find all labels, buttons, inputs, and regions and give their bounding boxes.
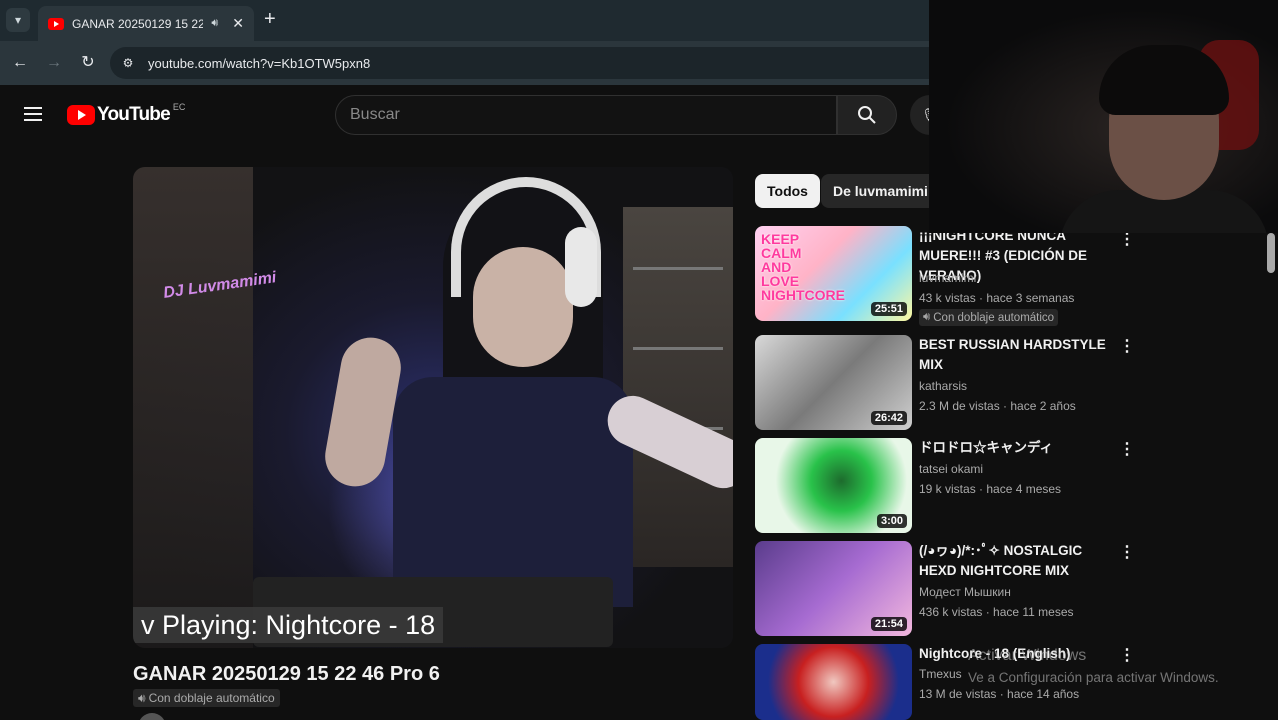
new-tab-plus-icon[interactable]: +: [264, 9, 276, 29]
duration-badge: 25:51: [870, 302, 907, 316]
browser-tab[interactable]: GANAR 20250129 15 22 46 Pro 6 🔊︎ ✕: [38, 6, 254, 41]
back-arrow-icon[interactable]: ←: [9, 52, 31, 74]
dub-icon: 🔊︎: [138, 690, 146, 705]
channel-name[interactable]: luvmamimi: [919, 271, 976, 285]
tab-search-chevron-icon[interactable]: ▾: [6, 8, 30, 32]
menu-icon[interactable]: [24, 107, 42, 121]
thumbnail-text: KEEP CALM AND LOVE NIGHTCORE: [761, 231, 845, 303]
video-title[interactable]: (/◕ヮ◕)/*:･ﾟ✧ NOSTALGIC HEXD NIGHTCORE MI…: [919, 541, 1109, 581]
list-item[interactable]: KEEP CALM AND LOVE NIGHTCORE 25:51 ¡¡¡NI…: [755, 226, 1155, 326]
url-text[interactable]: youtube.com/watch?v=Kb1OTW5pxn8: [148, 56, 370, 71]
more-options-icon[interactable]: ⋮: [1119, 230, 1135, 250]
channel-avatar[interactable]: [138, 713, 166, 720]
dub-badge: 🔊︎ Con doblaje automático: [919, 309, 1059, 326]
channel-name[interactable]: Модест Мышкин: [919, 585, 1011, 599]
search-button[interactable]: [837, 95, 897, 135]
video-frame-background: [133, 167, 253, 648]
more-options-icon[interactable]: ⋮: [1119, 543, 1135, 563]
video-meta: 436 k vistas · hace 11 meses: [919, 605, 1074, 619]
channel-name[interactable]: tatsei okami: [919, 462, 983, 476]
video-frame-shelves: [623, 207, 733, 567]
video-meta: 2.3 M de vistas · hace 2 años: [919, 399, 1076, 413]
windows-activation-subtitle: Ve a Configuración para activar Windows.: [968, 670, 1219, 685]
youtube-play-logo-icon: [67, 105, 95, 125]
forward-arrow-icon[interactable]: →: [43, 52, 65, 74]
video-meta: 19 k vistas · hace 4 meses: [919, 482, 1062, 496]
youtube-logo[interactable]: YouTube EC: [67, 102, 186, 126]
video-title: GANAR 20250129 15 22 46 Pro 6: [133, 663, 440, 685]
now-playing-overlay: v Playing: Nightcore - 18: [133, 607, 444, 643]
dub-badge-label: Con doblaje automático: [148, 691, 275, 705]
video-title[interactable]: BEST RUSSIAN HARDSTYLE MIX: [919, 335, 1109, 375]
speaker-icon[interactable]: 🔊︎: [211, 17, 218, 30]
dub-icon: 🔊︎: [923, 311, 931, 323]
reload-icon[interactable]: ↻: [77, 52, 99, 74]
channel-name[interactable]: katharsis: [919, 379, 967, 393]
video-title[interactable]: ドロドロ☆キャンディ: [919, 438, 1109, 458]
youtube-favicon-icon: [48, 17, 64, 30]
scrollbar[interactable]: [1267, 233, 1275, 273]
dub-badge-label: Con doblaje automático: [933, 311, 1055, 324]
video-thumbnail[interactable]: 3:00: [755, 438, 912, 533]
chip-channel[interactable]: De luvmamimi: [821, 174, 940, 208]
more-options-icon[interactable]: ⋮: [1119, 440, 1135, 460]
video-player[interactable]: DJ Luvmamimi v Playing: Nightcore - 18: [133, 167, 733, 648]
list-item[interactable]: 21:54 (/◕ヮ◕)/*:･ﾟ✧ NOSTALGIC HEXD NIGHTC…: [755, 541, 1155, 641]
video-thumbnail[interactable]: 26:42: [755, 335, 912, 430]
video-thumbnail[interactable]: KEEP CALM AND LOVE NIGHTCORE 25:51: [755, 226, 912, 321]
duration-badge: 3:00: [876, 514, 907, 528]
webcam-overlay: [929, 0, 1278, 233]
duration-badge: 26:42: [870, 411, 907, 425]
search-placeholder: Buscar: [350, 106, 400, 123]
list-item[interactable]: 3:00 ドロドロ☆キャンディ tatsei okami 19 k vistas…: [755, 438, 1155, 538]
more-options-icon[interactable]: ⋮: [1119, 337, 1135, 357]
search-input[interactable]: Buscar: [335, 95, 837, 135]
video-meta: 13 M de vistas · hace 14 años: [919, 687, 1080, 701]
close-tab-icon[interactable]: ✕: [232, 15, 244, 32]
logo-region: EC: [172, 102, 186, 112]
video-thumbnail[interactable]: [755, 644, 912, 720]
windows-activation-title: Activar Windows: [968, 647, 1087, 664]
video-thumbnail[interactable]: 21:54: [755, 541, 912, 636]
tab-title: GANAR 20250129 15 22 46 Pro 6: [72, 16, 204, 31]
dub-badge: 🔊︎ Con doblaje automático: [133, 689, 280, 707]
search-icon: [858, 106, 876, 124]
logo-text: YouTube: [97, 104, 171, 125]
duration-badge: 21:54: [870, 617, 907, 631]
chip-all[interactable]: Todos: [755, 174, 820, 208]
channel-name[interactable]: Tmexus: [919, 667, 962, 681]
site-info-icon[interactable]: ⚙︎: [120, 56, 136, 70]
more-options-icon[interactable]: ⋮: [1119, 646, 1135, 666]
video-meta: 43 k vistas · hace 3 semanas: [919, 291, 1075, 305]
list-item[interactable]: 26:42 BEST RUSSIAN HARDSTYLE MIX kathars…: [755, 335, 1155, 435]
